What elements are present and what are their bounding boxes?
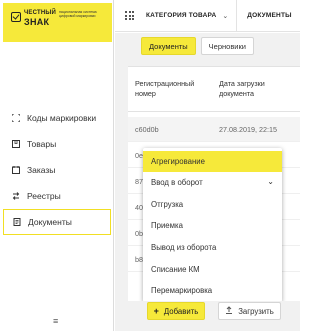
chevron-down-icon[interactable]: ⌄ bbox=[222, 12, 228, 20]
tab-documents[interactable]: Документы bbox=[141, 37, 196, 55]
sidebar-item-label: Товары bbox=[27, 139, 57, 149]
order-icon bbox=[12, 166, 20, 174]
menu-item-write-off[interactable]: Списание КМ bbox=[143, 259, 282, 280]
cell-reg-number: 40 bbox=[135, 203, 143, 212]
cell-reg-number: 0e bbox=[135, 151, 143, 160]
sidebar-item-codes[interactable]: Коды маркировки bbox=[3, 105, 111, 131]
category-selector[interactable]: КАТЕГОРИЯ ТОВАРА bbox=[146, 12, 216, 19]
checkmark-logo-icon bbox=[11, 12, 21, 22]
cell-reg-number: c60d0b bbox=[135, 125, 159, 134]
topbar-documents-link[interactable]: ДОКУМЕНТЫ bbox=[247, 12, 291, 19]
menu-collapse-icon[interactable]: ≡ bbox=[53, 316, 58, 326]
box-icon bbox=[12, 140, 20, 148]
chevron-down-icon[interactable]: ⌄ bbox=[267, 177, 274, 186]
header-divider bbox=[128, 111, 300, 112]
sidebar-item-label: Реестры bbox=[27, 191, 61, 201]
sidebar-item-orders[interactable]: Заказы bbox=[3, 157, 111, 183]
upload-icon bbox=[225, 306, 233, 316]
sidebar-item-label: Заказы bbox=[27, 165, 56, 175]
cell-reg-number: 87 bbox=[135, 177, 143, 186]
logo[interactable]: ЧЕСТНЫЙ ЗНАК национальная система цифров… bbox=[3, 3, 112, 42]
column-header-reg-number[interactable]: Регистрационный номер bbox=[135, 79, 205, 99]
sidebar-item-goods[interactable]: Товары bbox=[3, 131, 111, 157]
menu-item-acceptance[interactable]: Приемка bbox=[143, 215, 282, 236]
sidebar-item-registries[interactable]: Реестры bbox=[3, 183, 111, 209]
logo-line1: ЧЕСТНЫЙ bbox=[24, 10, 56, 16]
menu-item-introduce-into-circulation[interactable]: Ввод в оборот ⌄ bbox=[143, 172, 282, 193]
upload-button-label: Загрузить bbox=[238, 306, 274, 316]
menu-item-shipment[interactable]: Отгрузка bbox=[143, 194, 282, 215]
scan-icon bbox=[12, 114, 20, 122]
column-header-upload-date[interactable]: Дата загрузки документа bbox=[219, 79, 297, 99]
topbar: КАТЕГОРИЯ ТОВАРА ⌄ ДОКУМЕНТЫ bbox=[115, 0, 300, 32]
menu-item-aggregation[interactable]: Агрегирование bbox=[143, 151, 282, 172]
add-button[interactable]: + Добавить bbox=[147, 302, 205, 320]
menu-item-withdrawal[interactable]: Вывод из оборота bbox=[143, 237, 282, 258]
menu-item-label: Ввод в оборот bbox=[151, 178, 203, 187]
registry-icon bbox=[12, 192, 20, 200]
menu-item-remarking[interactable]: Перемаркировка bbox=[143, 280, 282, 301]
sidebar: ЧЕСТНЫЙ ЗНАК национальная система цифров… bbox=[0, 0, 114, 331]
add-button-label: Добавить bbox=[163, 306, 199, 316]
sidebar-item-label: Документы bbox=[28, 217, 72, 227]
add-document-menu: Агрегирование Ввод в оборот ⌄ Отгрузка П… bbox=[143, 148, 282, 302]
table-row[interactable]: c60d0b 27.08.2019, 22:15 bbox=[128, 117, 300, 142]
cell-reg-number: b8 bbox=[135, 255, 143, 264]
document-icon bbox=[13, 218, 21, 226]
topbar-divider bbox=[236, 0, 238, 32]
sidebar-item-documents[interactable]: Документы bbox=[3, 209, 111, 235]
tab-drafts[interactable]: Черновики bbox=[200, 37, 254, 55]
logo-tagline: национальная система цифровой маркировки bbox=[59, 10, 97, 18]
sidebar-nav: Коды маркировки Товары Заказы Реестры До… bbox=[3, 105, 111, 235]
plus-icon: + bbox=[153, 306, 159, 316]
apps-grid-icon[interactable] bbox=[125, 11, 134, 20]
sidebar-item-label: Коды маркировки bbox=[27, 113, 97, 123]
upload-button[interactable]: Загрузить bbox=[218, 302, 281, 320]
cell-date: 27.08.2019, 22:15 bbox=[219, 125, 277, 134]
document-tabs: Документы Черновики bbox=[141, 37, 259, 55]
cell-reg-number: 0b bbox=[135, 229, 143, 238]
logo-line2: ЗНАК bbox=[24, 17, 50, 27]
